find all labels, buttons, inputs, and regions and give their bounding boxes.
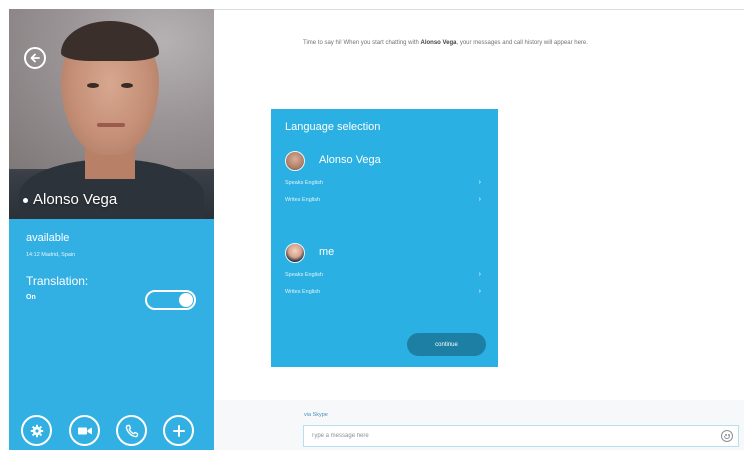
gear-icon	[30, 424, 43, 437]
toggle-knob	[179, 293, 193, 307]
back-arrow-icon	[30, 53, 40, 63]
contact-location: 14:12 Madrid, Spain	[26, 252, 76, 258]
contact-speaks-label: Speaks English	[285, 180, 323, 186]
message-service-label: via Skype	[304, 412, 328, 418]
conversation-intro: Time to say hi! When you start chatting …	[303, 40, 733, 46]
header-divider	[214, 9, 744, 10]
photo-eye-left	[87, 83, 99, 88]
photo-mouth	[97, 123, 125, 127]
language-selection-dialog: Language selection Alonso Vega Speaks En…	[271, 109, 498, 367]
dialog-title: Language selection	[285, 121, 381, 133]
contact-photo	[9, 9, 214, 219]
plus-icon	[172, 424, 185, 437]
presence-dot	[23, 197, 28, 203]
chevron-right-icon: ›	[478, 271, 481, 278]
presence-status: available	[26, 232, 70, 244]
contact-avatar	[285, 151, 305, 171]
smiley-mouth	[724, 436, 730, 439]
call-actions	[21, 415, 206, 447]
chevron-right-icon: ›	[478, 179, 481, 186]
translation-toggle[interactable]	[145, 290, 196, 310]
me-avatar	[285, 243, 305, 263]
settings-button[interactable]	[21, 415, 52, 446]
add-participant-button[interactable]	[163, 415, 194, 446]
emoji-button[interactable]	[721, 430, 733, 442]
contact-name: Alonso Vega	[23, 191, 117, 208]
me-language-name: me	[319, 246, 335, 258]
translation-label: Translation:	[26, 274, 89, 288]
intro-prefix: Time to say hi! When you start chatting …	[303, 40, 421, 46]
chevron-right-icon: ›	[478, 196, 481, 203]
video-camera-icon	[77, 427, 92, 434]
translation-value: On	[26, 294, 36, 301]
contact-language-name: Alonso Vega	[319, 154, 381, 166]
intro-contact-name: Alonso Vega	[420, 40, 457, 46]
me-speaks-option[interactable]: Speaks English ›	[285, 271, 481, 278]
me-speaks-label: Speaks English	[285, 272, 323, 278]
contact-panel: Alonso Vega available 14:12 Madrid, Spai…	[9, 9, 214, 450]
contact-name-text: Alonso Vega	[33, 191, 118, 208]
contact-speaks-option[interactable]: Speaks English ›	[285, 179, 481, 186]
contact-writes-option[interactable]: Writes English ›	[285, 196, 481, 203]
me-writes-label: Writes English	[285, 289, 321, 295]
phone-icon	[125, 424, 138, 437]
message-input[interactable]	[303, 425, 739, 447]
voice-call-button[interactable]	[116, 415, 147, 446]
continue-button[interactable]: continue	[407, 333, 486, 356]
contact-writes-label: Writes English	[285, 197, 321, 203]
back-button[interactable]	[24, 47, 46, 69]
intro-suffix: , your messages and call history will ap…	[456, 40, 588, 46]
chevron-right-icon: ›	[478, 288, 481, 295]
video-call-button[interactable]	[69, 415, 100, 446]
me-writes-option[interactable]: Writes English ›	[285, 288, 481, 295]
photo-eye-right	[121, 83, 133, 88]
